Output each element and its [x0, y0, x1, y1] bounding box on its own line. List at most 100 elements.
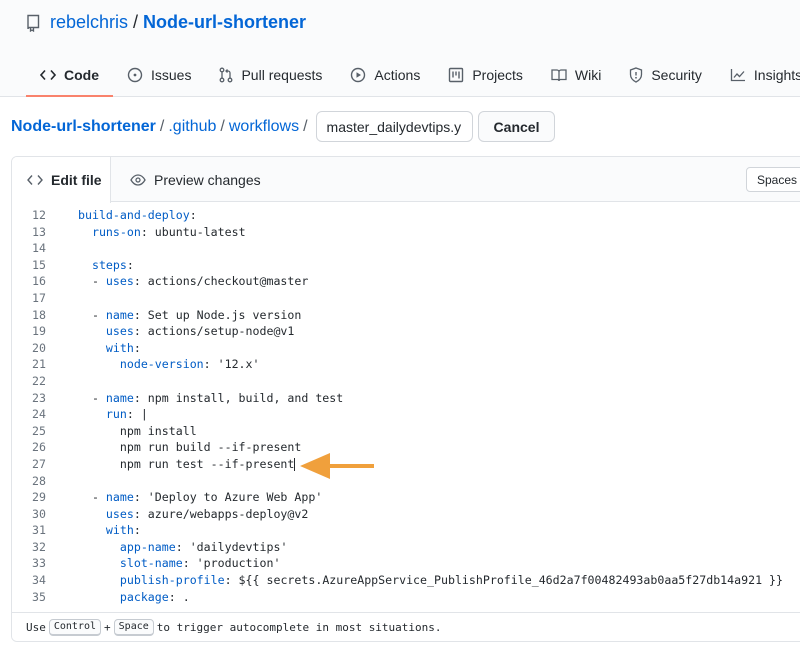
code-icon	[27, 175, 43, 185]
yaml-key: node-version	[119, 357, 204, 372]
code-area[interactable]: 12 build-and-deploy: 13 runs-on: ubuntu-la…	[12, 207, 800, 605]
line-text: steps:	[91, 257, 134, 272]
code-line: 19 uses: actions/setup-node@v1	[12, 323, 800, 340]
line-text: - uses: actions/checkout@master	[78, 274, 309, 289]
tab-pull-requests[interactable]: Pull requests	[205, 54, 336, 95]
breadcrumb-root-link[interactable]: Node-url-shortener	[11, 118, 156, 136]
breadcrumb-separator: /	[303, 117, 308, 135]
yaml-value: 'Deploy to Azure Web App'	[140, 490, 323, 505]
breadcrumb: Node-url-shortener / .github / workflows…	[11, 111, 556, 142]
code-line: 14	[12, 240, 800, 257]
line-number: 32	[32, 539, 46, 554]
repo-header: rebelchris / Node-url-shortener Code Iss…	[0, 0, 800, 97]
filename-input[interactable]	[315, 111, 473, 142]
line-text: package: .	[119, 589, 190, 604]
breadcrumb-separator: /	[159, 117, 165, 135]
line-number: 18	[32, 307, 46, 322]
line-number: 16	[32, 274, 46, 289]
line-text: - name: npm install, build, and test	[78, 390, 344, 405]
yaml-key: name	[105, 307, 134, 322]
line-number: 34	[32, 573, 46, 588]
tab-label: Projects	[472, 66, 523, 83]
yaml-key: name	[105, 490, 134, 505]
line-text: build-and-deploy:	[78, 208, 197, 222]
line-text: slot-name: 'production'	[119, 556, 281, 571]
code-line: 24 run: |	[12, 406, 800, 423]
tab-security[interactable]: Security	[615, 54, 716, 95]
line-number: 14	[32, 241, 46, 256]
hint-text: Use	[26, 620, 46, 634]
cancel-button[interactable]: Cancel	[477, 111, 556, 142]
yaml-key: package	[119, 589, 169, 604]
yaml-value: npm run build --if-present	[119, 440, 302, 455]
tab-projects[interactable]: Projects	[434, 54, 537, 95]
yaml-value: .	[175, 589, 190, 604]
yaml-value: npm install	[119, 423, 197, 438]
tab-label: Issues	[151, 66, 192, 83]
code-line: 32 app-name: 'dailydevtips'	[12, 539, 800, 556]
code-line: 20 with:	[12, 340, 800, 357]
yaml-key: with	[105, 340, 134, 355]
line-text: node-version: '12.x'	[119, 357, 260, 372]
tab-issues[interactable]: Issues	[113, 54, 205, 95]
line-number: 35	[32, 589, 46, 604]
editor-tabs: Edit file Preview changes Spaces	[12, 157, 800, 203]
code-line: 21 node-version: '12.x'	[12, 356, 800, 373]
yaml-key: slot-name	[119, 556, 183, 571]
yaml-key: with	[105, 523, 134, 538]
indent-mode-select[interactable]: Spaces	[746, 167, 800, 192]
line-number: 17	[32, 290, 46, 305]
line-text: npm install	[78, 423, 197, 440]
yaml-value: actions/setup-node@v1	[140, 324, 295, 339]
line-text: runs-on: ubuntu-latest	[91, 224, 246, 239]
yaml-value: |	[133, 407, 148, 422]
issue-icon	[127, 67, 143, 82]
tab-preview-changes[interactable]: Preview changes	[130, 157, 261, 202]
yaml-value: ${{ secrets.AzureAppService_PublishProfi…	[231, 573, 784, 588]
code-line: 23 - name: npm install, build, and test	[12, 390, 800, 407]
tab-label: Actions	[374, 66, 421, 83]
code-line: 15 steps:	[12, 257, 800, 274]
yaml-key: run	[105, 407, 127, 422]
line-text: - name: Set up Node.js version	[78, 307, 302, 322]
yaml-key: name	[105, 390, 134, 405]
repo-nav: Code Issues Pull requests Actions Projec…	[26, 54, 800, 97]
line-text: uses: actions/setup-node@v1	[105, 324, 295, 339]
code-line: 12 build-and-deploy:	[12, 207, 800, 224]
tab-edit-file[interactable]: Edit file	[12, 157, 111, 203]
repo-owner-link[interactable]: rebelchris	[50, 12, 128, 33]
line-text: npm run build --if-present	[78, 439, 301, 456]
line-number: 31	[32, 523, 46, 538]
tab-label: Security	[651, 66, 702, 83]
tab-label: Insights	[753, 66, 800, 83]
yaml-value: 'dailydevtips'	[182, 539, 288, 554]
yaml-value: npm install, build, and test	[140, 390, 344, 405]
code-line: 26 npm run build --if-present	[12, 439, 800, 456]
code-line: 16 - uses: actions/checkout@master	[12, 273, 800, 290]
code-line: 29 - name: 'Deploy to Azure Web App'	[12, 489, 800, 506]
yaml-key: build-and-deploy	[78, 208, 190, 222]
yaml-key: runs-on	[91, 224, 141, 239]
line-number: 33	[32, 556, 46, 571]
tab-insights[interactable]: Insights	[716, 54, 800, 95]
tab-actions[interactable]: Actions	[336, 54, 434, 95]
tab-code[interactable]: Code	[26, 54, 113, 97]
yaml-value: npm run test --if-present	[119, 456, 295, 471]
shield-icon	[630, 66, 643, 83]
tab-wiki[interactable]: Wiki	[537, 54, 615, 95]
line-text: app-name: 'dailydevtips'	[119, 539, 288, 554]
project-icon	[449, 67, 464, 82]
file-editor: Edit file Preview changes Spaces 12 build…	[11, 156, 800, 642]
line-number: 29	[32, 490, 46, 505]
yaml-key: publish-profile	[119, 573, 225, 588]
line-text: with:	[105, 523, 141, 538]
breadcrumb-separator: /	[220, 117, 225, 135]
line-text: with:	[105, 340, 141, 355]
tab-label: Preview changes	[154, 171, 261, 188]
breadcrumb-github-link[interactable]: .github	[168, 118, 216, 136]
code-line: 31 with:	[12, 522, 800, 539]
yaml-value: ubuntu-latest	[147, 224, 246, 239]
repo-name-link[interactable]: Node-url-shortener	[143, 12, 306, 33]
breadcrumb-workflows-link[interactable]: workflows	[229, 118, 299, 136]
line-text: - name: 'Deploy to Azure Web App'	[78, 490, 323, 505]
